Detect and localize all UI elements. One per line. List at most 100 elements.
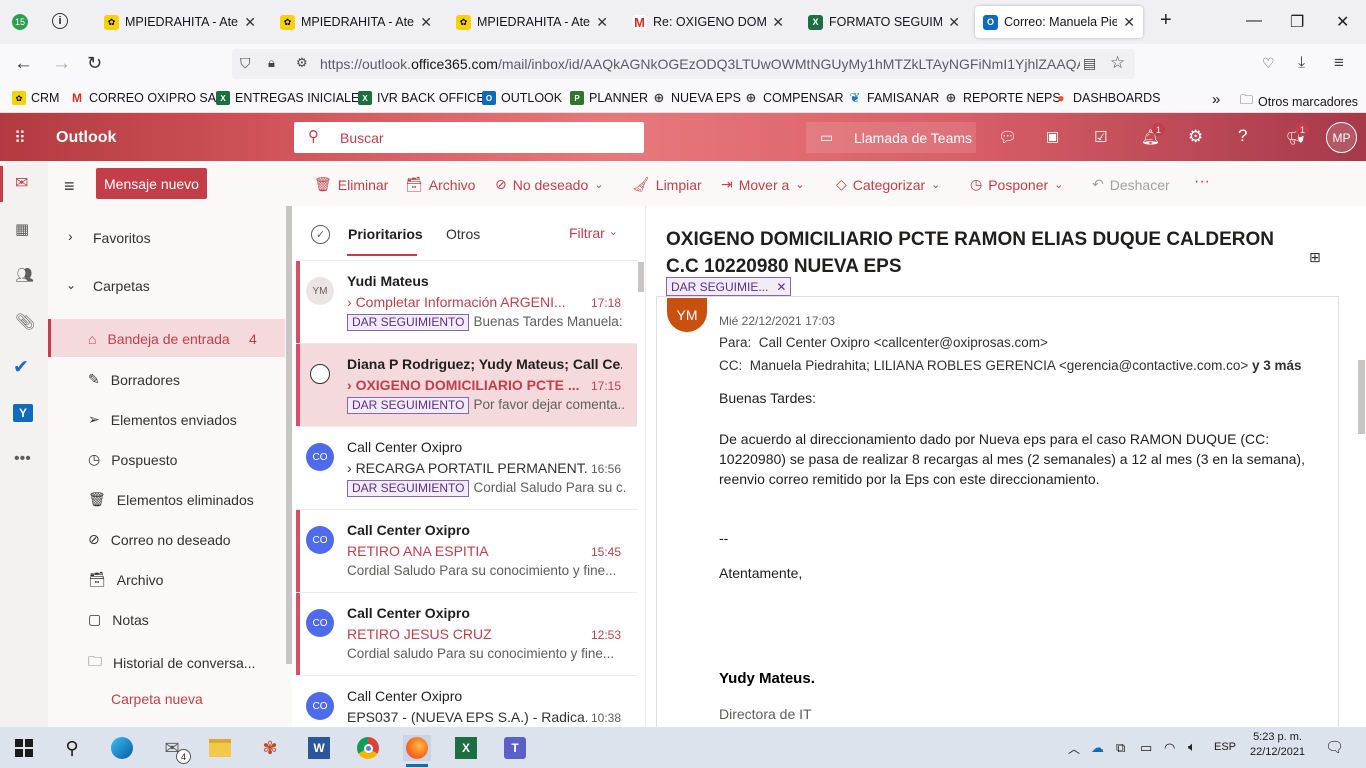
permissions-icon[interactable]: ⚙︎ [296,55,308,71]
move-to-button[interactable]: ⇥ Mover a ⌄ [721,176,805,193]
list-item[interactable]: CO Call Center Oxipro RETIRO JESUS CRUZ … [296,593,637,676]
folder-inbox[interactable]: ⌂ Bandeja de entrada 4 [88,331,257,347]
select-all-icon[interactable]: ✓ [311,225,330,244]
excel-icon[interactable]: X [452,735,480,761]
chrome-icon[interactable] [354,735,382,761]
archive-button[interactable]: 🗃︎ Archivo [405,176,475,193]
bookmark-crm[interactable]: ✿ CRM [12,91,59,105]
bookmark-dashboards[interactable]: ● DASHBOARDS [1054,91,1160,105]
close-tab-icon[interactable]: ✕ [596,14,608,31]
bookmark-correo[interactable]: M CORREO OXIPRO SAS [70,91,224,105]
delete-button[interactable]: 🗑︎ Eliminar [314,176,388,193]
counter-badge[interactable]: 15 [12,14,28,30]
teams-icon[interactable]: T [501,735,529,761]
todo-check-icon[interactable]: ✔ [13,356,29,379]
bookmark-compensar[interactable]: ⊕ COMPENSAR [744,90,844,105]
browser-tab[interactable]: ✿ MPIEDRAHITA - Atención ✕ [272,6,440,38]
menu-icon[interactable]: ≡ [1334,53,1344,73]
folder-junk[interactable]: ⊘ Correo no deseado [88,531,231,548]
snooze-button[interactable]: ◷ Posponer ⌄ [970,176,1063,193]
browser-tab[interactable]: ✿ MPIEDRAHITA - Atención ✕ [96,6,264,38]
word-icon[interactable]: W [305,735,333,761]
close-tab-icon[interactable]: ✕ [948,14,960,31]
folder-deleted[interactable]: 🗑︎ Elementos eliminados [88,491,254,508]
wifi-icon[interactable]: ◠ [1164,740,1175,756]
bookmark-nueva-eps[interactable]: ⊕ NUEVA EPS [652,90,741,105]
other-bookmarks[interactable]: 🗀︎ Otros marcadores [1240,91,1358,113]
browser-tab[interactable]: ✿ MPIEDRAHITA - Atención ✕ [448,6,616,38]
language-indicator[interactable]: ESP [1214,741,1236,753]
close-window-icon[interactable]: ✕ [1336,12,1349,32]
mail-icon[interactable]: ✉ [15,173,28,193]
office-icon[interactable]: ▣ [1046,128,1059,145]
list-scrollbar[interactable] [638,262,644,292]
bookmark-outlook[interactable]: O OUTLOOK [482,91,562,105]
reader-view-icon[interactable]: ▤ [1083,55,1096,72]
maximize-icon[interactable]: ❐ [1290,12,1304,32]
close-tab-icon[interactable]: ✕ [772,14,784,31]
onedrive-icon[interactable]: ☁ [1091,740,1104,756]
bookmark-ivr[interactable]: X IVR BACK OFFICE [358,91,485,105]
calendar-icon[interactable]: ▦ [15,220,29,238]
windows-start-icon[interactable] [10,735,38,761]
new-folder-link[interactable]: Carpeta nueva [111,691,203,707]
new-message-button[interactable]: Mensaje nuevo [96,168,207,199]
file-explorer-icon[interactable] [206,735,234,761]
browser-tab-active[interactable]: O Correo: Manuela Piedrahita ✕ [975,6,1143,38]
bookmark-star-icon[interactable]: ☆ [1110,53,1125,73]
chevron-right-icon[interactable]: › [68,228,73,244]
browser-tab[interactable]: X FORMATO SEGUIMIENTO ✕ [800,6,968,38]
close-tab-icon[interactable]: ✕ [244,14,256,31]
new-tab-icon[interactable]: + [1160,9,1172,32]
people-icon[interactable]: 👥︎ [15,266,34,284]
avatar[interactable]: MP [1326,122,1357,153]
tab-other[interactable]: Otros [446,226,480,242]
url-text[interactable]: https://outlook.office365.com/mail/inbox… [320,56,1080,72]
meet-now-icon[interactable]: ⧉ [1116,740,1125,756]
back-icon[interactable]: ← [14,53,33,75]
sweep-button[interactable]: 🧹︎ Limpiar [632,176,702,193]
folder-notes[interactable]: ▢ Notas [88,611,149,628]
list-item[interactable]: CO Call Center Oxipro EPS037 - (NUEVA EP… [296,676,637,727]
bookmark-reporte-neps[interactable]: ⊕ REPORTE NEPS [944,90,1061,105]
display-icon[interactable]: ▭ [1140,740,1152,756]
folder-drafts[interactable]: ✎ Borradores [88,371,180,388]
tab-focused[interactable]: Prioritarios [348,226,423,242]
folder-conversation-history[interactable]: 🗀︎ Historial de conversa... [88,651,255,675]
edge-icon[interactable] [108,735,136,761]
chat-icon[interactable]: 💬︎ [998,128,1017,146]
pocket-icon[interactable]: ♡ [1262,55,1275,72]
list-item[interactable]: CO Call Center Oxipro RETIRO ANA ESPITIA… [296,510,637,593]
chevron-down-icon[interactable]: ⌄ [66,278,76,292]
junk-button[interactable]: ⊘ No deseado ⌄ [495,176,603,193]
app-launcher-icon[interactable]: ⠿ [14,128,27,148]
close-tab-icon[interactable]: ✕ [1123,14,1135,31]
reading-scrollbar[interactable] [1358,360,1365,434]
info-icon[interactable]: i [52,13,68,29]
expand-icon[interactable]: ⊞ [1309,249,1321,266]
paint-icon[interactable]: ✾ [256,735,284,761]
forward-icon[interactable]: → [52,53,71,75]
bookmark-entregas[interactable]: X ENTREGAS INICIALES [216,91,368,105]
search-placeholder[interactable]: Buscar [340,130,384,146]
list-item[interactable]: CO Call Center Oxipro › RECARGA PORTATIL… [296,427,637,510]
list-item-selected[interactable]: Diana P Rodriguez; Yudy Mateus; Call Ce.… [296,344,637,427]
lock-icon[interactable]: 🔒︎ [268,55,275,71]
bookmark-famisanar[interactable]: ❦ FAMISANAR [848,90,940,105]
hamburger-icon[interactable]: ≡ [64,176,75,197]
download-icon[interactable]: ⤓ [1298,54,1305,72]
chevron-up-icon[interactable]: ︿ [1068,740,1080,757]
folder-sent[interactable]: ➢ Elementos enviados [88,411,237,428]
cc-more-link[interactable]: y 3 más [1252,358,1302,373]
folders-header[interactable]: Carpetas [93,278,150,294]
undo-button[interactable]: ↶ Deshacer [1092,176,1170,193]
yammer-icon[interactable]: Y [13,404,33,422]
folder-snoozed[interactable]: ◷ Pospuesto [88,451,177,468]
filter-button[interactable]: Filtrar ⌄ [569,225,618,241]
folder-scrollbar[interactable] [286,206,292,664]
attachment-icon[interactable]: 📎︎ [15,312,35,332]
more-commands-icon[interactable]: ··· [1194,173,1210,191]
help-icon[interactable]: ? [1238,126,1247,146]
shield-icon[interactable]: ⛉ [240,55,251,72]
settings-gear-icon[interactable]: ⚙ [1188,127,1203,147]
